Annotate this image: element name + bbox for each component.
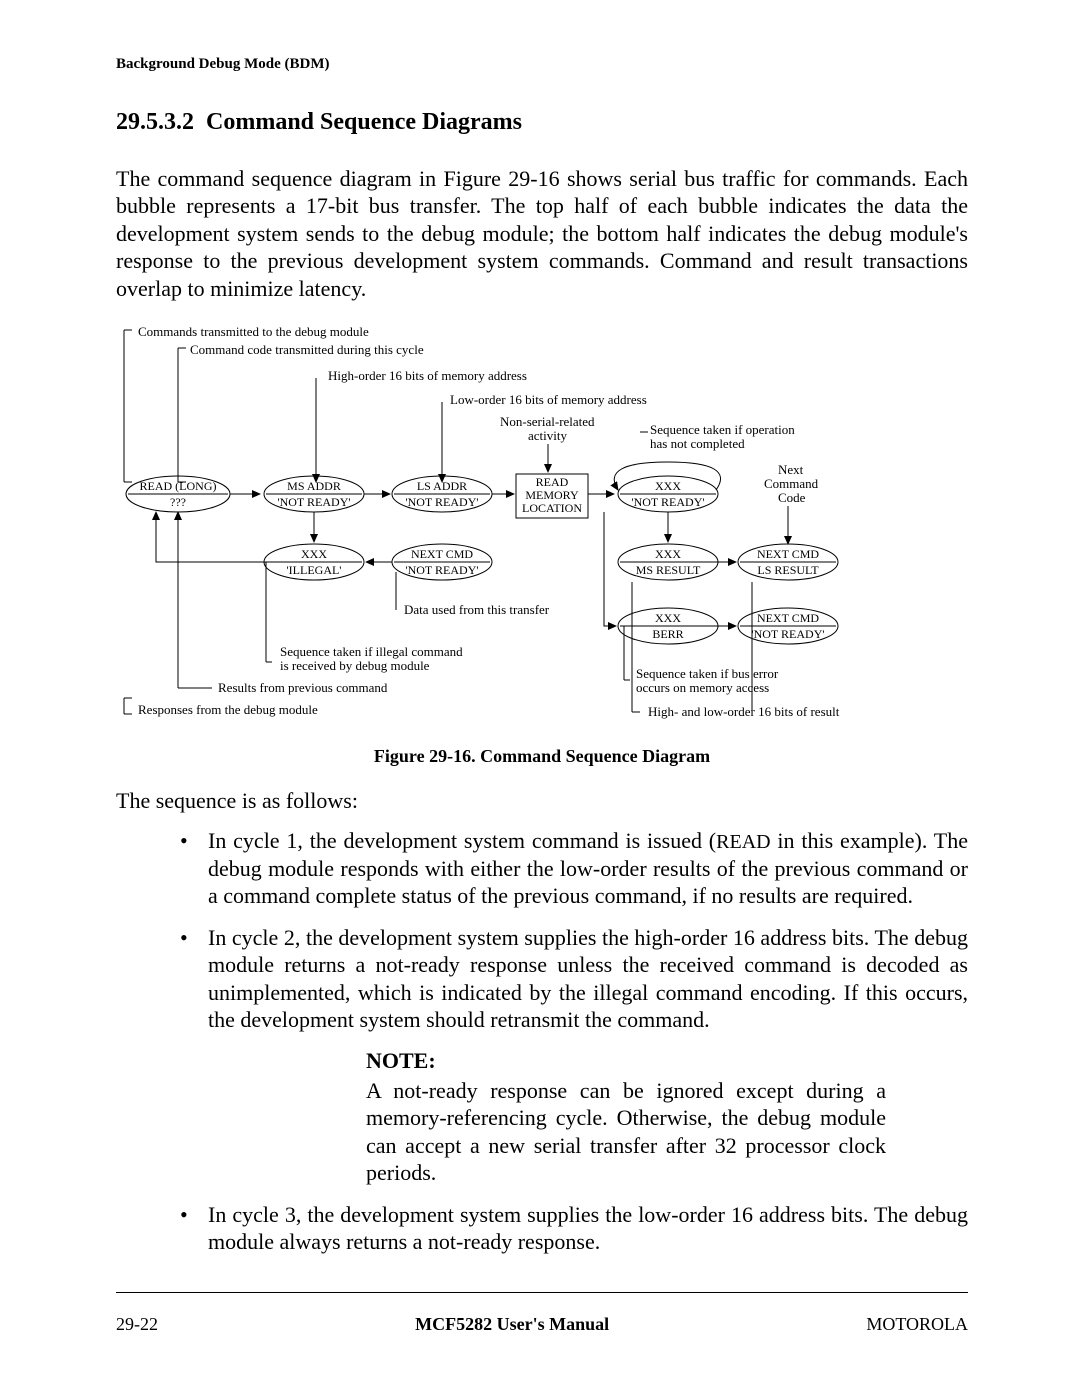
svg-text:'NOT READY': 'NOT READY' [405, 495, 478, 509]
svg-text:'ILLEGAL': 'ILLEGAL' [287, 563, 342, 577]
svg-text:LS ADDR: LS ADDR [417, 479, 467, 493]
label-resprev: Results from previous command [218, 680, 388, 695]
svg-text:MEMORY: MEMORY [525, 488, 579, 502]
svg-text:NEXT CMD: NEXT CMD [757, 547, 819, 561]
bubble-read-bot: ??? [170, 495, 186, 509]
box-read-memory: READ MEMORY LOCATION [516, 474, 588, 518]
bubble-lsaddr: LS ADDR 'NOT READY' [392, 476, 492, 512]
label-next2: Command [764, 476, 819, 491]
svg-text:NEXT CMD: NEXT CMD [757, 611, 819, 625]
footer-page: 29-22 [116, 1314, 158, 1335]
note-body: A not-ready response can be ignored exce… [366, 1077, 886, 1187]
label-rx: Responses from the debug module [138, 702, 318, 717]
svg-text:MS ADDR: MS ADDR [287, 479, 341, 493]
svg-text:MS RESULT: MS RESULT [636, 563, 701, 577]
svg-text:NEXT CMD: NEXT CMD [411, 547, 473, 561]
label-hilores: High- and low-order 16 bits of result [648, 704, 840, 719]
label-datatr: Data used from this transfer [404, 602, 550, 617]
sequence-list: In cycle 1, the development system comma… [172, 827, 968, 1034]
label-seqnc1: Sequence taken if operation [650, 422, 795, 437]
label-seqnc2: has not completed [650, 436, 745, 451]
figure-caption: Figure 29-16. Command Sequence Diagram [116, 746, 968, 767]
label-buserr2: occurs on memory access [636, 680, 769, 695]
svg-text:LOCATION: LOCATION [522, 501, 582, 515]
svg-text:XXX: XXX [301, 547, 327, 561]
list-item: In cycle 3, the development system suppl… [172, 1201, 968, 1256]
bubble-msresult: XXX MS RESULT [618, 544, 718, 580]
svg-text:XXX: XXX [655, 547, 681, 561]
label-seqill1: Sequence taken if illegal command [280, 644, 463, 659]
section-heading: 29.5.3.2 Command Sequence Diagrams [116, 109, 968, 137]
section-number: 29.5.3.2 [116, 109, 194, 135]
svg-text:BERR: BERR [652, 627, 683, 641]
svg-text:XXX: XXX [655, 479, 681, 493]
label-buserr1: Sequence taken if bus error [636, 666, 779, 681]
intro-paragraph: The command sequence diagram in Figure 2… [116, 165, 968, 303]
sequence-intro: The sequence is as follows: [116, 787, 968, 815]
svg-text:XXX: XXX [655, 611, 681, 625]
bubble-xxx-notready: XXX 'NOT READY' [618, 476, 718, 512]
list-item: In cycle 1, the development system comma… [172, 827, 968, 910]
svg-text:READ: READ [536, 475, 569, 489]
bubble-berr: XXX BERR [618, 608, 718, 644]
bubble-nextcmd-nr: NEXT CMD 'NOT READY' [738, 608, 838, 644]
sequence-list-2: In cycle 3, the development system suppl… [172, 1201, 968, 1256]
figure-labels: Commands transmitted to the debug module… [138, 324, 840, 719]
svg-text:'NOT READY': 'NOT READY' [631, 495, 704, 509]
bubble-lsresult: NEXT CMD LS RESULT [738, 544, 838, 580]
label-next3: Code [778, 490, 806, 505]
section-title: Command Sequence Diagrams [206, 109, 522, 135]
note-heading: NOTE: [366, 1048, 968, 1073]
label-seqill2: is received by debug module [280, 658, 430, 673]
figure-29-16: Commands transmitted to the debug module… [116, 322, 968, 744]
bubble-read: READ (LONG) ??? [126, 476, 230, 512]
bubble-illegal: XXX 'ILLEGAL' [264, 544, 364, 580]
svg-text:'NOT READY': 'NOT READY' [751, 627, 824, 641]
command-sequence-diagram: Commands transmitted to the debug module… [116, 322, 970, 742]
svg-text:'NOT READY': 'NOT READY' [277, 495, 350, 509]
bubble-msaddr: MS ADDR 'NOT READY' [264, 476, 364, 512]
page: Background Debug Mode (BDM) 29.5.3.2 Com… [0, 0, 1080, 1397]
label-nonser1: Non-serial-related [500, 414, 595, 429]
bubble-nextcmd-1: NEXT CMD 'NOT READY' [392, 544, 492, 580]
svg-text:'NOT READY': 'NOT READY' [405, 563, 478, 577]
running-head: Background Debug Mode (BDM) [116, 56, 968, 73]
footer-title: MCF5282 User's Manual [158, 1314, 866, 1335]
list-item: In cycle 2, the development system suppl… [172, 924, 968, 1034]
label-tx: Commands transmitted to the debug module [138, 324, 369, 339]
svg-text:LS RESULT: LS RESULT [757, 563, 819, 577]
label-nonser2: activity [528, 428, 567, 443]
label-next1: Next [778, 462, 804, 477]
footer-vendor: MOTOROLA [866, 1314, 968, 1335]
bubble-read-top: READ (LONG) [140, 479, 217, 493]
label-loaddr: Low-order 16 bits of memory address [450, 392, 647, 407]
label-cmdcode: Command code transmitted during this cyc… [190, 342, 424, 357]
label-hiaddr: High-order 16 bits of memory address [328, 368, 527, 383]
page-footer: 29-22 MCF5282 User's Manual MOTOROLA [116, 1314, 968, 1335]
footer-rule [116, 1292, 968, 1293]
